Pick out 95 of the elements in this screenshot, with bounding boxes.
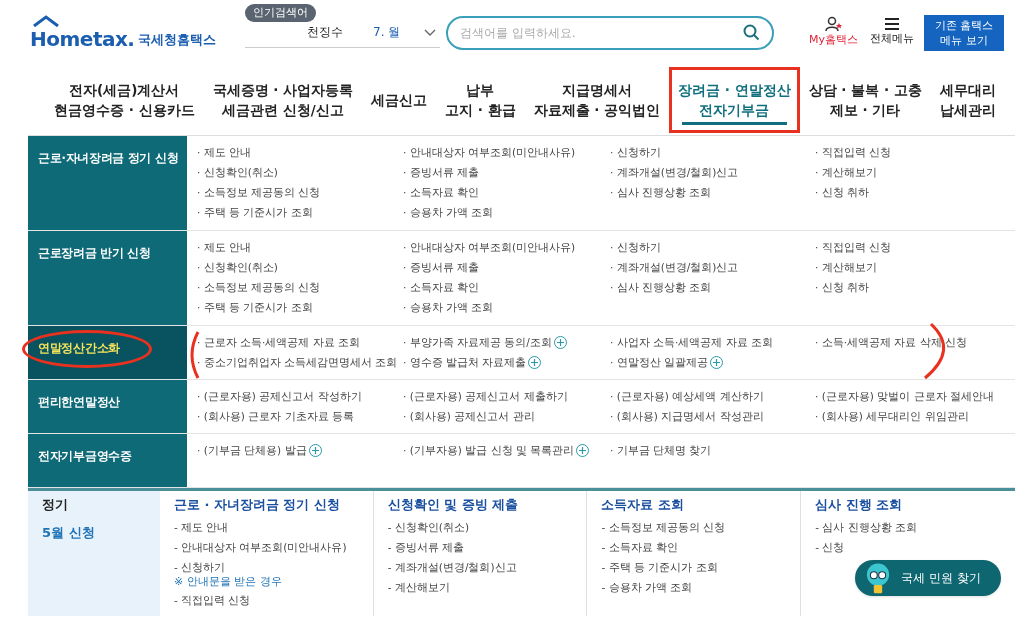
site-name: 국세청홈택스 — [138, 31, 217, 49]
menu-link[interactable]: · 계산해보기 — [815, 259, 1024, 275]
menu-link[interactable]: - 증빙서류 제출 — [387, 536, 587, 557]
menu-link[interactable]: - 심사 진행상황 조회 — [815, 516, 1015, 537]
nav-menu-item[interactable]: 세무대리 납세관리 — [930, 67, 1005, 133]
menu-link[interactable]: · (회사용) 공제신고서 관리 — [403, 408, 610, 424]
popular-search-term[interactable]: 7. 월 — [373, 23, 401, 41]
all-menu-link[interactable]: 전체메뉴 — [870, 17, 914, 48]
menu-link[interactable]: · (기부자용) 발급 신청 및 목록관리 — [403, 442, 610, 458]
menu-link[interactable]: · 사업자 소득·세액공제 자료 조회 — [610, 334, 815, 350]
search-field[interactable]: 검색어를 입력하세요. — [446, 15, 774, 50]
menu-link[interactable]: - 승용차 가액 조회 — [601, 576, 801, 597]
nav-menu-item[interactable]: 세금신고 — [362, 67, 437, 133]
menu-link[interactable]: - 신청 — [815, 536, 1015, 557]
section-heading: 신청확인 및 증빙 제출 — [387, 496, 520, 514]
menu-link[interactable]: · 승용차 가액 조회 — [403, 299, 610, 315]
nav-menu-item[interactable]: 지급명세서 자료제출 · 공익법인 — [524, 67, 670, 133]
menu-link[interactable]: · (기부금 단체용) 발급 — [197, 442, 403, 458]
menu-link[interactable]: · 안내대상자 여부조회(미안내사유) — [403, 144, 610, 160]
menu-link[interactable]: · (회사용) 근로자 기초자료 등록 — [197, 408, 403, 424]
menu-link[interactable]: · 계좌개설(변경/철회)신고 — [610, 164, 815, 180]
menu-link[interactable]: · 소득자료 확인 — [403, 184, 610, 200]
menu-link[interactable]: · 기부금 단체명 찾기 — [610, 442, 815, 458]
menu-link[interactable]: · 근로자 소득·세액공제 자료 조회 — [197, 334, 403, 350]
menu-link[interactable]: · 직접입력 신청 — [815, 239, 1024, 255]
my-hometax-link[interactable]: My홈택스 — [809, 16, 858, 49]
chatbot-button[interactable]: 국세 민원 찾기 — [855, 560, 1001, 596]
menu-link[interactable]: · (근로자용) 맞벌이 근로자 절세안내 — [815, 388, 1024, 404]
menu-icon[interactable] — [884, 17, 900, 32]
menu-link[interactable]: · 심사 진행상황 조회 — [610, 184, 815, 200]
popular-search-term[interactable]: 천징수 — [307, 23, 343, 41]
menu-link[interactable]: - 제도 안내 — [173, 516, 373, 537]
menu-link[interactable]: · 신청확인(취소) — [197, 259, 403, 275]
menu-link[interactable]: · 소득정보 제공동의 신청 — [197, 279, 403, 295]
nav-menu-item[interactable]: 납부 고지 · 환급 — [436, 67, 525, 133]
hometax-logo[interactable]: Hometax. — [30, 26, 135, 51]
menu-link[interactable]: · 주택 등 기준시가 조회 — [197, 299, 403, 315]
menu-link[interactable]: · 증빙서류 제출 — [403, 164, 610, 180]
dropdown-chevron-icon[interactable] — [424, 28, 436, 37]
menu-link[interactable]: · 제도 안내 — [197, 239, 403, 255]
menu-link[interactable]: · 부양가족 자료제공 동의/조회 — [403, 334, 610, 350]
menu-link[interactable]: - 소득자료 확인 — [601, 536, 801, 557]
menu-link[interactable]: · (근로자용) 공제신고서 작성하기 — [197, 388, 403, 404]
menu-link[interactable]: · (회사용) 지급명세서 작성관리 — [610, 408, 815, 424]
menu-link[interactable]: · 증빙서류 제출 — [403, 259, 610, 275]
popular-search-badge: 인기검색어 — [245, 3, 316, 22]
menu-link[interactable]: · 연말정산 일괄제공 — [610, 354, 815, 370]
menu-link[interactable]: · 신청하기 — [610, 144, 815, 160]
menu-link[interactable]: · 신청 취하 — [815, 279, 1024, 295]
period-subtitle: 5월 신청 — [42, 523, 96, 542]
menu-link[interactable]: · 직접입력 신청 — [815, 144, 1024, 160]
menu-link[interactable]: - 신청확인(취소) — [387, 516, 587, 537]
menu-link[interactable]: · 신청확인(취소) — [197, 164, 403, 180]
menu-link[interactable]: · 신청하기 — [610, 239, 815, 255]
menu-link[interactable]: · (근로자용) 예상세액 계산하기 — [610, 388, 815, 404]
period-label: 정기 — [42, 496, 69, 514]
user-star-icon[interactable] — [824, 16, 843, 33]
menu-link[interactable]: · 소득정보 제공동의 신청 — [197, 184, 403, 200]
search-input[interactable]: 검색어를 입력하세요. — [460, 23, 743, 42]
menu-link[interactable]: · 소득·세액공제 자료 삭제 신청 — [815, 334, 1024, 350]
menu-link[interactable]: · 심사 진행상황 조회 — [610, 279, 815, 295]
menu-link[interactable]: · 주택 등 기준시가 조회 — [197, 204, 403, 220]
legacy-menu-button[interactable]: 기존 홈택스 메뉴 보기 — [924, 14, 1004, 51]
menu-link[interactable]: · 영수증 발급처 자료제출 — [403, 354, 610, 370]
menu-link[interactable]: · 계좌개설(변경/철회)신고 — [610, 259, 815, 275]
menu-link[interactable]: · (회사용) 세무대리인 위임관리 — [815, 408, 1024, 424]
search-icon[interactable] — [743, 24, 760, 41]
menu-link[interactable]: - 직접입력 신청 — [173, 589, 373, 610]
menu-category[interactable]: 전자기부금영수증 — [28, 434, 187, 487]
menu-category[interactable]: 근로장려금 반기 신청 — [28, 231, 187, 325]
house-roof-icon — [32, 14, 60, 27]
notice-link[interactable]: ※ 안내문을 받은 경우 — [173, 574, 373, 590]
menu-link[interactable]: - 소득정보 제공동의 신청 — [601, 516, 801, 537]
nav-menu-item[interactable]: 전자(세금)계산서 현금영수증 · 신용카드 — [45, 67, 204, 133]
nav-menu-item[interactable]: 상담 · 불복 · 고충 제보 · 기타 — [799, 67, 931, 133]
menu-link[interactable]: - 안내대상자 여부조회(미안내사유) — [173, 536, 373, 557]
menu-link[interactable]: · 중소기업취업자 소득세감면명세서 조회 — [197, 354, 403, 370]
menu-link[interactable]: · 승용차 가액 조회 — [403, 204, 610, 220]
menu-link[interactable]: - 계산해보기 — [387, 576, 587, 597]
nav-menu-item[interactable]: 장려금 · 연말정산 전자기부금 — [669, 67, 800, 133]
menu-link[interactable]: - 주택 등 기준시가 조회 — [601, 556, 801, 577]
menu-link[interactable]: · 소득자료 확인 — [403, 279, 610, 295]
menu-link[interactable]: · 신청 취하 — [815, 184, 1024, 200]
section-heading: 심사 진행 조회 — [815, 496, 904, 514]
section-heading: 근로 · 자녀장려금 정기 신청 — [173, 496, 341, 514]
nav-menu-item[interactable]: 국세증명 · 사업자등록 세금관련 신청/신고 — [203, 67, 363, 133]
menu-category[interactable]: 근로·자녀장려금 정기 신청 — [28, 136, 187, 230]
menu-link[interactable]: - 계좌개설(변경/철회)신고 — [387, 556, 587, 577]
menu-category[interactable]: 편리한연말정산 — [28, 380, 187, 433]
menu-link[interactable]: · 계산해보기 — [815, 164, 1024, 180]
section-heading: 소득자료 조회 — [601, 496, 685, 514]
menu-link[interactable]: · 제도 안내 — [197, 144, 403, 160]
menu-link[interactable]: - 신청하기 — [173, 556, 373, 577]
menu-link[interactable]: · 안내대상자 여부조회(미안내사유) — [403, 239, 610, 255]
menu-link[interactable]: · (근로자용) 공제신고서 제출하기 — [403, 388, 610, 404]
